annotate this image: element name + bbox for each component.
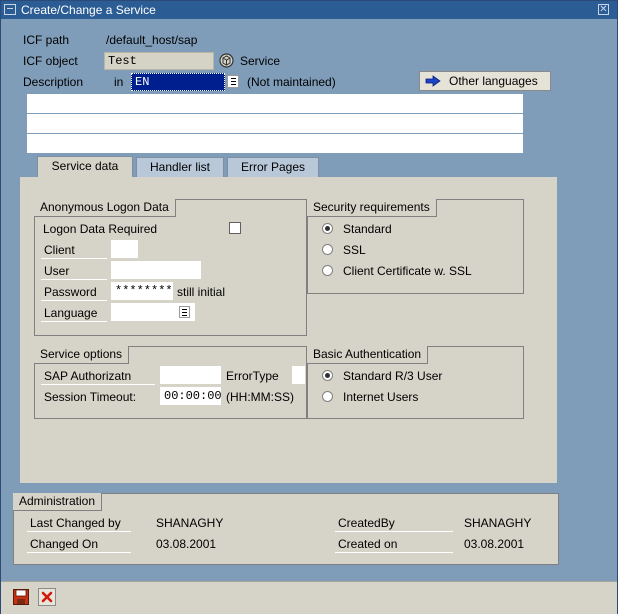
session-timeout-format: (HH:MM:SS) <box>226 390 294 404</box>
tab-service-data[interactable]: Service data <box>37 156 133 178</box>
password-status-text: still initial <box>177 285 226 299</box>
description-line-2[interactable] <box>27 114 523 133</box>
object-type-label: Service <box>240 54 281 68</box>
sap-auth-label: SAP Authorizatn <box>44 369 132 383</box>
internet-users-label: Internet Users <box>343 390 419 404</box>
title-bar: Create/Change a Service ✕ <box>1 1 617 19</box>
security-ssl-label: SSL <box>343 243 366 257</box>
session-timeout-input[interactable]: 00:00:00 <box>160 387 222 405</box>
tab-handler-list-label: Handler list <box>149 160 211 174</box>
language-underline <box>41 321 107 322</box>
tab-handler-list[interactable]: Handler list <box>136 157 224 177</box>
bottom-toolbar <box>1 581 617 614</box>
description-line-1[interactable] <box>27 94 523 113</box>
language-input[interactable]: EN <box>131 73 225 91</box>
error-type-input[interactable] <box>292 366 305 384</box>
arrow-right-icon <box>425 75 441 87</box>
password-input[interactable]: ******** <box>111 282 173 300</box>
tab-error-pages[interactable]: Error Pages <box>227 157 319 177</box>
radio-security-standard[interactable] <box>322 223 333 234</box>
last-changed-by-label: Last Changed by <box>30 516 121 530</box>
anonymous-logon-title: Anonymous Logon Data <box>34 199 176 217</box>
changed-on-label: Changed On <box>30 537 99 551</box>
session-timeout-label: Session Timeout: <box>44 390 137 404</box>
user-label: User <box>44 264 70 278</box>
service-object-icon <box>219 53 234 68</box>
security-requirements-group: Security requirements <box>307 199 524 294</box>
client-label: Client <box>44 243 75 257</box>
last-changed-by-underline <box>27 531 131 532</box>
other-languages-label: Other languages <box>449 74 538 88</box>
client-input[interactable] <box>111 240 138 258</box>
service-options-title: Service options <box>34 346 130 364</box>
description-line-3[interactable] <box>27 134 523 153</box>
sap-auth-input[interactable] <box>160 366 221 384</box>
icf-path-value: /default_host/sap <box>106 33 198 47</box>
created-by-value: SHANAGHY <box>464 516 532 530</box>
radio-security-ssl[interactable] <box>322 244 333 255</box>
logon-language-f4-icon[interactable] <box>179 306 190 318</box>
radio-internet-users[interactable] <box>322 391 333 402</box>
changed-on-underline <box>27 552 131 553</box>
user-underline <box>41 279 107 280</box>
window-title: Create/Change a Service <box>21 3 156 17</box>
password-label: Password <box>44 285 97 299</box>
icf-object-label: ICF object <box>23 54 78 68</box>
security-requirements-title: Security requirements <box>307 199 437 217</box>
standard-r3-user-label: Standard R/3 User <box>343 369 443 383</box>
radio-security-client-cert[interactable] <box>322 265 333 276</box>
error-type-label: ErrorType <box>226 369 279 383</box>
dialog-window: Create/Change a Service ✕ ICF path /defa… <box>0 0 618 614</box>
created-on-label: Created on <box>338 537 398 551</box>
not-maintained-text: (Not maintained) <box>247 75 336 89</box>
description-label: Description <box>23 75 84 89</box>
in-label: in <box>114 75 124 89</box>
client-underline <box>41 258 107 259</box>
password-underline <box>41 300 107 301</box>
tab-service-data-label: Service data <box>51 159 119 173</box>
created-on-value: 03.08.2001 <box>464 537 525 551</box>
icf-path-label: ICF path <box>23 33 70 47</box>
other-languages-button[interactable]: Other languages <box>419 71 551 91</box>
radio-standard-r3-user[interactable] <box>322 370 333 381</box>
cancel-icon[interactable] <box>38 588 56 606</box>
tab-error-pages-label: Error Pages <box>240 160 306 174</box>
sap-auth-underline <box>41 384 155 385</box>
logon-required-label: Logon Data Required <box>43 222 158 236</box>
save-icon[interactable] <box>12 588 30 606</box>
changed-on-value: 03.08.2001 <box>156 537 217 551</box>
language-label: Language <box>44 306 98 320</box>
last-changed-by-value: SHANAGHY <box>156 516 224 530</box>
window-menu-icon[interactable] <box>4 4 16 15</box>
administration-title: Administration <box>13 493 103 511</box>
user-input[interactable] <box>111 261 201 279</box>
created-by-label: CreatedBy <box>338 516 395 530</box>
icf-object-field: Test <box>104 52 214 70</box>
created-by-underline <box>335 531 453 532</box>
language-f4-icon[interactable] <box>227 75 239 88</box>
basic-authentication-title: Basic Authentication <box>307 346 429 364</box>
logon-required-checkbox[interactable] <box>229 222 241 234</box>
close-icon[interactable]: ✕ <box>598 4 609 15</box>
security-client-cert-label: Client Certificate w. SSL <box>343 264 472 278</box>
created-on-underline <box>335 552 453 553</box>
security-standard-label: Standard <box>343 222 392 236</box>
